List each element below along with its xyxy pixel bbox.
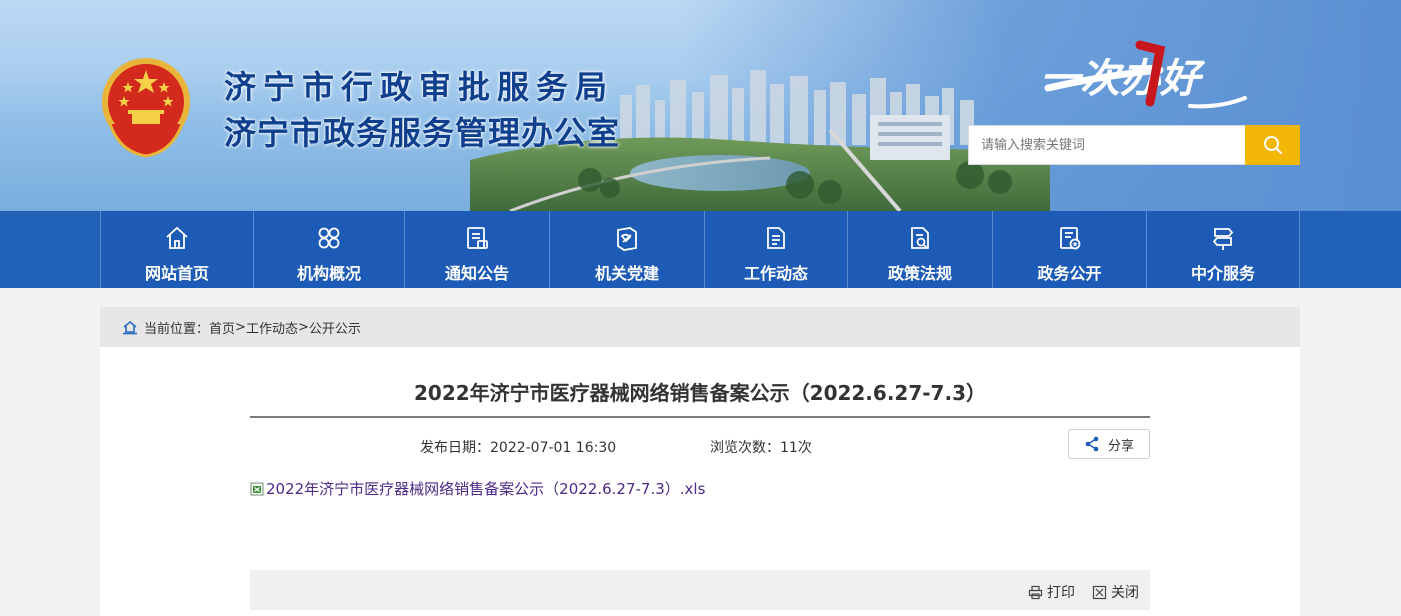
views-label: 浏览次数：: [710, 440, 780, 456]
view-count: 浏览次数：11次: [710, 437, 812, 457]
nav-item-intermediary[interactable]: 中介服务: [1146, 211, 1300, 288]
home-icon: [166, 226, 188, 249]
nav-label-work-news: 工作动态: [743, 264, 808, 283]
nav-label-notice: 通知公告: [444, 264, 509, 283]
nav-item-policy[interactable]: 政策法规: [847, 211, 992, 288]
grid-icon: [318, 227, 340, 249]
search-icon: [1263, 136, 1282, 154]
article-toolbar: 打印 关闭: [250, 570, 1150, 610]
share-label: 分享: [1107, 438, 1134, 454]
share-button[interactable]: 分享: [1068, 429, 1150, 459]
close-button[interactable]: 关闭: [1092, 582, 1139, 602]
nav-item-party[interactable]: 机关党建: [549, 211, 704, 288]
breadcrumb-home[interactable]: 首页: [209, 318, 235, 337]
site-title: 济宁市行政审批服务局 济宁市政务服务管理办公室: [224, 64, 620, 156]
site-title-line2: 济宁市政务服务管理办公室: [224, 114, 621, 152]
slogan-text: 一次办好: [1040, 56, 1206, 102]
nav-label-party: 机关党建: [594, 264, 659, 283]
nav-item-work-news[interactable]: 工作动态: [704, 211, 847, 288]
print-label: 打印: [1047, 585, 1075, 601]
breadcrumb-prefix: 当前位置：: [144, 321, 210, 337]
share-icon: [1085, 436, 1099, 452]
close-icon: [1092, 585, 1107, 599]
article-title: 2022年济宁市医疗器械网络销售备案公示（2022.6.27-7.3）: [413, 381, 986, 405]
main-nav: 网站首页 机构概况 通知公告 机关党建 工作动态 政策法规 政务公开 中介服务: [0, 211, 1401, 288]
policy-icon: [911, 227, 929, 249]
nav-label-organization: 机构概况: [296, 264, 361, 283]
excel-file-icon: [250, 482, 264, 495]
nav-bar: 网站首页 机构概况 通知公告 机关党建 工作动态 政策法规 政务公开 中介服务: [100, 211, 1300, 288]
publish-label: 发布日期：: [420, 440, 490, 456]
nav-item-notice[interactable]: 通知公告: [404, 211, 549, 288]
location-home-icon: [123, 320, 137, 335]
title-divider: [250, 416, 1150, 418]
print-button[interactable]: 打印: [1028, 582, 1075, 602]
attachment: 2022年济宁市医疗器械网络销售备案公示（2022.6.27-7.3）.xls: [250, 478, 705, 499]
close-label: 关闭: [1111, 585, 1139, 601]
signpost-icon: [1212, 228, 1234, 250]
search-button[interactable]: [1245, 125, 1300, 165]
breadcrumb-separator: >: [235, 319, 246, 335]
nav-item-public-affairs[interactable]: 政务公开: [992, 211, 1146, 288]
party-icon: [617, 227, 637, 251]
breadcrumb-public-notice[interactable]: 公开公示: [309, 318, 361, 337]
search-input[interactable]: [968, 125, 1245, 165]
article-container: 2022年济宁市医疗器械网络销售备案公示（2022.6.27-7.3） 发布日期…: [100, 347, 1300, 616]
article-meta: 发布日期：2022-07-01 16:30 浏览次数：11次: [420, 437, 812, 457]
nav-item-organization[interactable]: 机构概况: [253, 211, 404, 288]
national-emblem-icon: [102, 58, 190, 158]
site-title-line1: 济宁市行政审批服务局: [224, 68, 615, 106]
printer-icon: [1028, 585, 1043, 599]
nav-label-home: 网站首页: [144, 264, 209, 283]
publish-date: 发布日期：2022-07-01 16:30: [420, 440, 616, 456]
breadcrumb-separator: >: [297, 319, 309, 335]
slogan-logo: 一次办好: [1040, 40, 1247, 109]
header-banner: 济宁市行政审批服务局 济宁市政务服务管理办公室 一次办好: [0, 0, 1401, 211]
nav-label-public-affairs: 政务公开: [1037, 264, 1102, 283]
search-box: [968, 125, 1300, 165]
nav-label-intermediary: 中介服务: [1190, 264, 1255, 283]
nav-item-home[interactable]: 网站首页: [100, 211, 253, 288]
document-icon: [767, 227, 785, 249]
views-value: 11次: [780, 440, 812, 456]
public-icon: [1059, 227, 1080, 250]
publish-value: 2022-07-01 16:30: [490, 440, 617, 456]
nav-label-policy: 政策法规: [887, 264, 952, 283]
breadcrumb: 当前位置： 首页 > 工作动态 > 公开公示: [100, 307, 1300, 347]
attachment-link[interactable]: 2022年济宁市医疗器械网络销售备案公示（2022.6.27-7.3）.xls: [266, 478, 705, 499]
breadcrumb-work-news[interactable]: 工作动态: [246, 318, 298, 337]
notice-icon: [467, 227, 488, 249]
